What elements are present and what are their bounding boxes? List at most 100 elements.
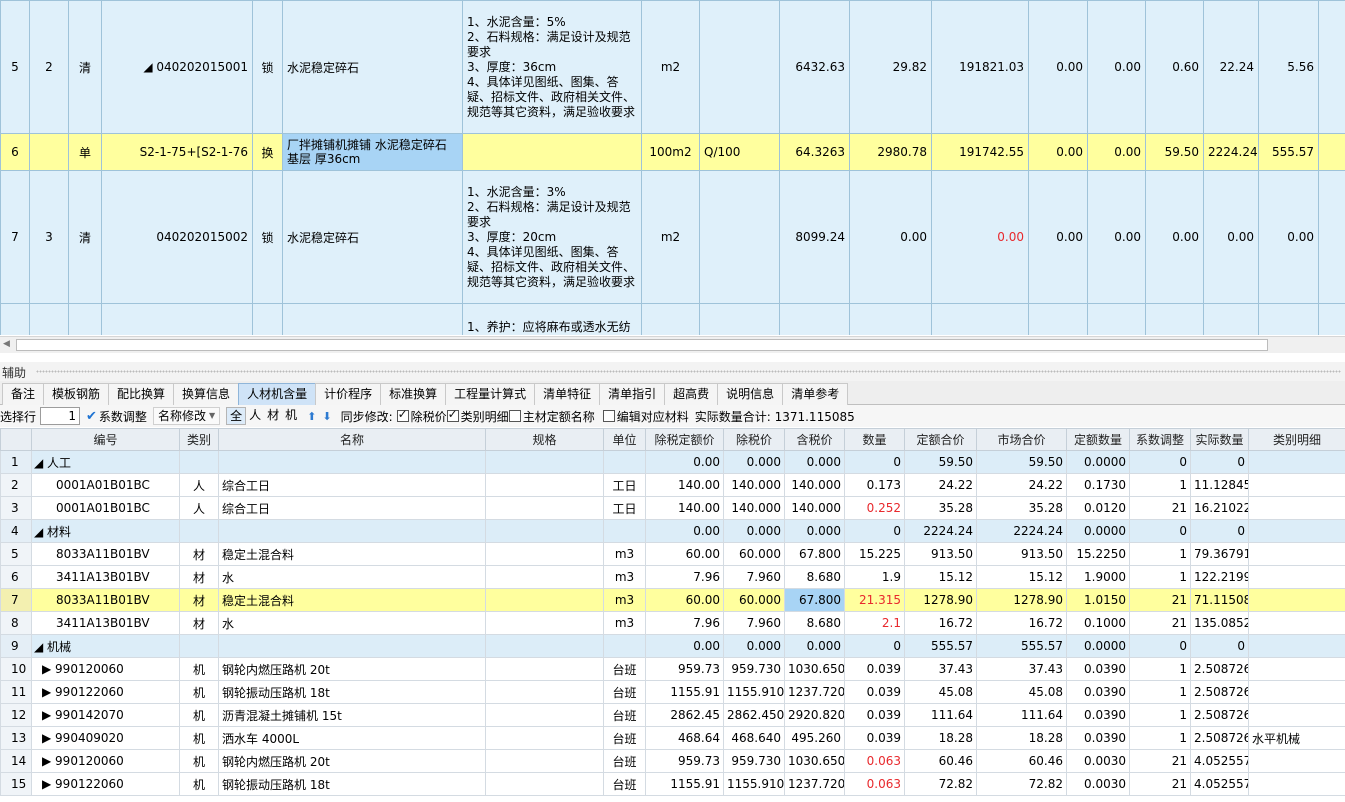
cell-p2[interactable]: 140.000 [723, 496, 785, 520]
cell-p2[interactable]: 2862.450 [723, 703, 785, 727]
bill-cell-row[interactable] [0, 303, 30, 335]
cell-dq[interactable]: 0.1730 [1066, 473, 1130, 497]
bill-cell-lock[interactable]: 换 [252, 133, 283, 171]
cell-code[interactable]: ◢ 材料 [31, 519, 180, 543]
cell-qty[interactable]: 0 [844, 450, 905, 474]
cell-t1[interactable]: 111.64 [904, 703, 977, 727]
bill-cell-c2[interactable]: 0.00 [1087, 170, 1146, 304]
bill-cell-price[interactable] [849, 303, 932, 335]
cell-cat[interactable] [179, 634, 219, 658]
cell-name[interactable]: 洒水车 4000L [218, 726, 486, 750]
cell-t1[interactable]: 35.28 [904, 496, 977, 520]
resource-row[interactable]: 8 3411A13B01BV 材水 m3 7.96 7.960 8.680 2.1 16.72 1… [0, 611, 1345, 635]
cell-t2[interactable]: 111.64 [976, 703, 1067, 727]
coef-adjust-button[interactable]: ✔ 系数调整 [86, 408, 147, 425]
cell-p3[interactable]: 0.000 [784, 634, 845, 658]
cell-rn[interactable]: 10 [0, 657, 32, 681]
col-header-8[interactable]: 含税价 [784, 428, 845, 451]
cell-rn[interactable]: 13 [0, 726, 32, 750]
group-row[interactable]: 1 ◢ 人工 0.00 0.000 0.000 0 59.50 59.50 0.0000 0 0 [0, 450, 1345, 474]
cell-rn[interactable]: 8 [0, 611, 32, 635]
cell-dq[interactable]: 0.0120 [1066, 496, 1130, 520]
cell-cat[interactable]: 材 [179, 565, 219, 589]
tab-8[interactable]: 清单特征 [534, 383, 601, 405]
cell-t1[interactable]: 913.50 [904, 542, 977, 566]
cell-t1[interactable]: 24.22 [904, 473, 977, 497]
move-down-icon[interactable]: ⬇ [322, 410, 331, 423]
bill-cell-c1[interactable]: 0.00 [1028, 0, 1088, 134]
cell-coef[interactable]: 21 [1129, 772, 1191, 796]
group-row[interactable]: 9 ◢ 机械 0.00 0.000 0.000 0 555.57 555.57 0.0000 0 0 [0, 634, 1345, 658]
cell-rn[interactable]: 6 [0, 565, 32, 589]
scroll-left-icon[interactable]: ◀ [3, 339, 10, 349]
cell-t2[interactable]: 72.82 [976, 772, 1067, 796]
cell-coef[interactable]: 1 [1129, 565, 1191, 589]
cell-code[interactable]: ◢ 人工 [31, 450, 180, 474]
col-header-13[interactable]: 系数调整 [1129, 428, 1191, 451]
cell-p3[interactable]: 8.680 [784, 565, 845, 589]
cell-act[interactable]: 2.508726 [1190, 680, 1249, 704]
bill-cell-price[interactable]: 2980.78 [849, 133, 932, 171]
cell-spec[interactable] [485, 588, 604, 612]
bill-cell-c1[interactable]: 0.00 [1028, 170, 1088, 304]
cell-p2[interactable]: 1155.910 [723, 772, 785, 796]
filter-material[interactable]: 材 [264, 407, 282, 425]
cell-dq[interactable]: 0.0000 [1066, 634, 1130, 658]
cell-cat[interactable]: 机 [179, 703, 219, 727]
cell-p3[interactable]: 67.800 [784, 542, 845, 566]
resource-row[interactable]: 15 ▶ 990122060 机钢轮振动压路机 18t 台班 1155.91 1155.9… [0, 772, 1345, 796]
bill-cell-c4[interactable]: 2224.24 [1203, 133, 1259, 171]
cell-spec[interactable] [485, 634, 604, 658]
cell-name[interactable]: 水 [218, 611, 486, 635]
cell-cat[interactable]: 材 [179, 611, 219, 635]
bill-row[interactable]: 6 单 S2-1-75+[S2-1-76 换厂拌摊铺机摊铺 水泥稳定碎石基层 厚36c… [0, 133, 1345, 171]
cell-spec[interactable] [485, 703, 604, 727]
filter-labor[interactable]: 人 [246, 407, 264, 425]
bill-cell-features[interactable]: 1、养护：应将麻布或透水无纺 [462, 303, 642, 335]
tab-9[interactable]: 清单指引 [599, 383, 666, 405]
cell-act[interactable]: 2.508726 [1190, 657, 1249, 681]
cell-qty[interactable]: 0.039 [844, 657, 905, 681]
cell-name[interactable] [218, 519, 486, 543]
cell-p3[interactable]: 8.680 [784, 611, 845, 635]
col-header-14[interactable]: 实际数量 [1190, 428, 1249, 451]
cell-t2[interactable]: 24.22 [976, 473, 1067, 497]
cell-p3[interactable]: 0.000 [784, 519, 845, 543]
cell-p1[interactable]: 0.00 [645, 634, 724, 658]
resource-row[interactable]: 6 3411A13B01BV 材水 m3 7.96 7.960 8.680 1.9 15.12 1… [0, 565, 1345, 589]
cell-p3[interactable]: 1237.720 [784, 772, 845, 796]
cell-t2[interactable]: 18.28 [976, 726, 1067, 750]
cell-detail[interactable] [1248, 680, 1345, 704]
cell-p3[interactable]: 2920.820 [784, 703, 845, 727]
cell-coef[interactable]: 21 [1129, 496, 1191, 520]
bill-cell-blank[interactable] [1318, 0, 1345, 134]
cell-name[interactable]: 综合工日 [218, 473, 486, 497]
cell-p2[interactable]: 140.000 [723, 473, 785, 497]
tab-10[interactable]: 超高费 [664, 383, 719, 405]
bill-cell-unit[interactable] [641, 303, 700, 335]
cell-p1[interactable]: 2862.45 [645, 703, 724, 727]
bill-cell-c5[interactable]: 5.56 [1258, 0, 1319, 134]
cell-p2[interactable]: 0.000 [723, 519, 785, 543]
bill-cell-seq[interactable]: 3 [29, 170, 69, 304]
cell-spec[interactable] [485, 772, 604, 796]
scroll-thumb[interactable] [16, 339, 1268, 351]
cell-code[interactable]: ▶ 990120060 [31, 657, 180, 681]
bill-cell-price[interactable]: 0.00 [849, 170, 932, 304]
cell-detail[interactable] [1248, 565, 1345, 589]
cell-qty[interactable]: 0.039 [844, 680, 905, 704]
cell-p1[interactable]: 7.96 [645, 611, 724, 635]
cell-p1[interactable]: 959.73 [645, 749, 724, 773]
cell-act[interactable]: 0 [1190, 450, 1249, 474]
cell-coef[interactable]: 1 [1129, 726, 1191, 750]
resource-row[interactable]: 13 ▶ 990409020 机洒水车 4000L 台班 468.64 468.640 49… [0, 726, 1345, 750]
bill-cell-c3[interactable]: 59.50 [1145, 133, 1204, 171]
cell-code[interactable]: 0001A01B01BC [31, 473, 180, 497]
bill-cell-total[interactable]: 0.00 [931, 170, 1029, 304]
cell-detail[interactable] [1248, 703, 1345, 727]
bill-cell-row[interactable]: 5 [0, 0, 30, 134]
cell-detail[interactable] [1248, 588, 1345, 612]
col-header-5[interactable]: 单位 [603, 428, 646, 451]
cell-coef[interactable]: 1 [1129, 473, 1191, 497]
cell-detail[interactable] [1248, 657, 1345, 681]
